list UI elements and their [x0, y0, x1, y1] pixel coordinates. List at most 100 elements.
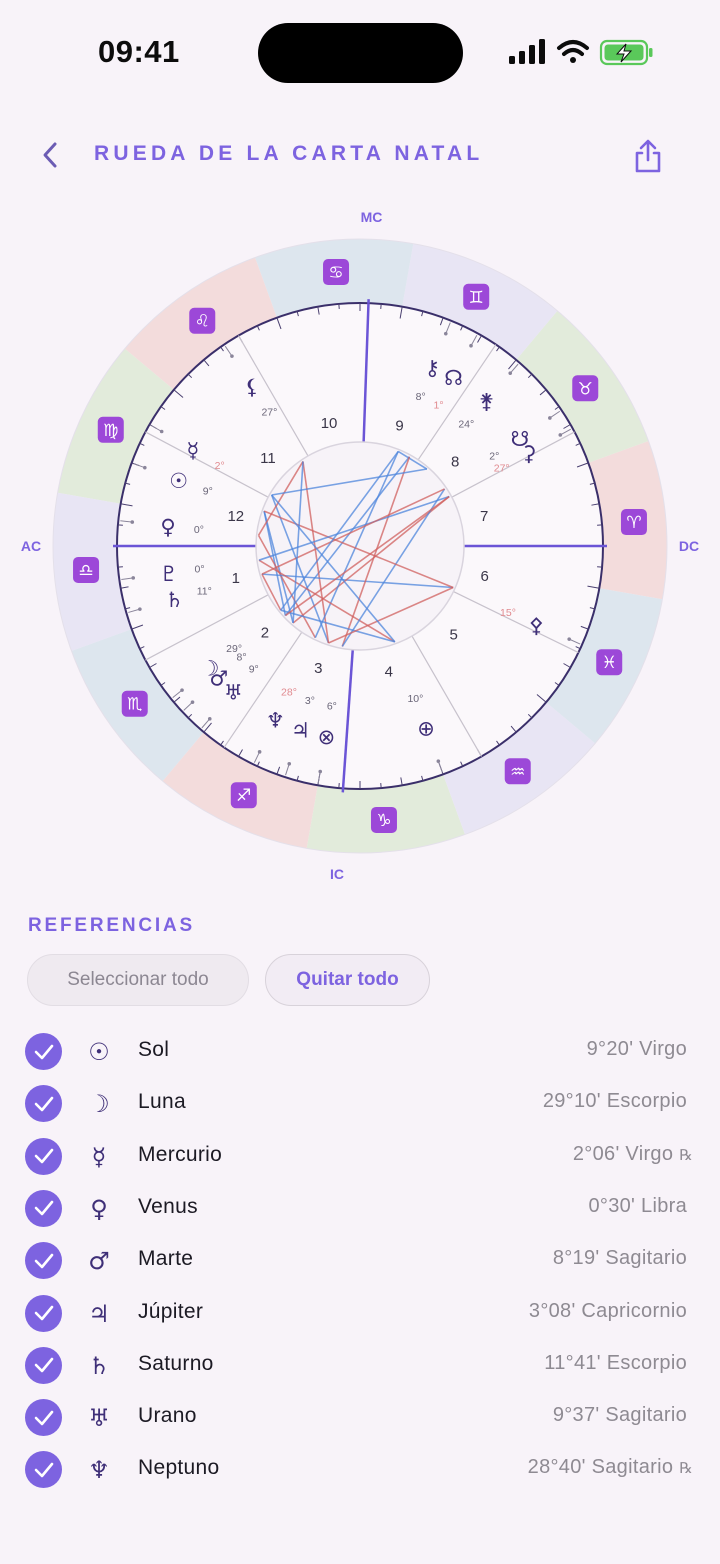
position-text: 11°41' Escorpio [544, 1351, 687, 1374]
position-text: 29°10' Escorpio [542, 1090, 687, 1113]
house-number: 10 [321, 415, 338, 432]
svg-text:15°: 15° [500, 607, 516, 619]
cellular-signal-icon [509, 39, 545, 64]
svg-text:27°: 27° [261, 407, 277, 419]
planet-name: Luna [138, 1090, 186, 1114]
svg-text:♌: ♌ [195, 312, 210, 332]
zodiac-sign-icon: ♍ [97, 416, 124, 443]
legend-row-luna[interactable]: ☽ Luna 29°10' Escorpio [0, 1077, 720, 1129]
svg-text:8°: 8° [416, 391, 426, 403]
planet-position: 9°20' Virgo [587, 1038, 693, 1061]
svg-text:♍: ♍ [103, 421, 118, 441]
checkbox[interactable] [25, 1294, 62, 1332]
zodiac-sign-icon: ♏ [121, 690, 148, 717]
planet-position: 8°19' Sagitario [553, 1247, 693, 1270]
status-icons [509, 38, 654, 68]
back-button[interactable] [34, 138, 66, 172]
svg-text:☋: ☋ [511, 427, 530, 451]
checkmark-icon [34, 1462, 53, 1478]
planet-position: 0°30' Libra [588, 1195, 693, 1218]
planet-position: 11°41' Escorpio [544, 1352, 693, 1375]
svg-text:♓: ♓ [602, 653, 617, 673]
checkbox[interactable] [25, 1137, 62, 1175]
position-text: 28°40' Sagitario [527, 1456, 674, 1479]
svg-text:3°: 3° [305, 695, 315, 707]
svg-text:9°: 9° [249, 663, 259, 675]
svg-text:♏: ♏ [127, 695, 142, 715]
svg-text:♄: ♄ [165, 588, 184, 612]
legend-row-marte[interactable]: ♂ Marte 8°19' Sagitario [0, 1234, 720, 1286]
planet-glyph-icon: ♄ [88, 1351, 110, 1380]
house-number: 5 [449, 626, 457, 643]
svg-text:0°: 0° [195, 564, 205, 576]
status-time: 09:41 [98, 34, 180, 69]
house-number: 6 [481, 568, 489, 585]
svg-text:☿: ☿ [186, 439, 199, 463]
planet-name: Mercurio [138, 1142, 223, 1166]
zodiac-sign-icon: ♒ [504, 758, 531, 785]
zodiac-sign-icon: ♉ [572, 375, 599, 402]
status-bar: 09:41 [0, 0, 720, 100]
position-text: 0°30' Libra [588, 1194, 687, 1217]
checkbox[interactable] [25, 1451, 62, 1489]
checkbox[interactable] [25, 1242, 62, 1280]
svg-text:⚴: ⚴ [529, 614, 544, 638]
svg-text:♆: ♆ [266, 708, 285, 732]
checkbox[interactable] [25, 1399, 62, 1437]
svg-text:♅: ♅ [224, 681, 243, 705]
svg-text:♇: ♇ [159, 562, 178, 586]
page-title: RUEDA DE LA CARTA NATAL [94, 142, 484, 165]
position-text: 8°19' Sagitario [552, 1247, 687, 1270]
house-number: 9 [395, 417, 403, 434]
position-text: 3°08' Capricornio [528, 1299, 687, 1322]
checkbox[interactable] [25, 1033, 62, 1070]
zodiac-sign-icon: ♊ [463, 283, 490, 310]
checkmark-icon [34, 1410, 53, 1425]
retrograde-marker: ℞ [679, 1146, 693, 1164]
legend-row-urano[interactable]: ♅ Urano 9°37' Sagitario [0, 1391, 720, 1443]
retrograde-marker: ℞ [679, 1460, 693, 1478]
checkbox[interactable] [25, 1346, 62, 1384]
svg-text:28°: 28° [281, 687, 297, 699]
checkbox[interactable] [25, 1085, 62, 1123]
svg-text:⊕: ⊕ [417, 716, 435, 740]
svg-text:♋: ♋ [328, 263, 343, 283]
planet-name: Urano [138, 1404, 197, 1428]
zodiac-sign-icon: ♑ [370, 806, 397, 833]
planet-glyph-icon: ♀ [90, 1194, 108, 1223]
legend-row-mercurio[interactable]: ☿ Mercurio 2°06' Virgo ℞ [0, 1130, 720, 1182]
planet-name: Júpiter [138, 1299, 204, 1323]
svg-text:♐: ♐ [236, 786, 251, 806]
svg-text:6°: 6° [327, 701, 337, 713]
dynamic-island [258, 23, 463, 83]
house-number: 11 [260, 450, 276, 467]
planet-name: Venus [138, 1194, 198, 1218]
zodiac-sign-icon: ♈ [620, 509, 647, 536]
svg-text:8°: 8° [236, 651, 246, 663]
legend-row-neptuno[interactable]: ♆ Neptuno 28°40' Sagitario ℞ [0, 1443, 720, 1495]
planet-name: Marte [138, 1247, 194, 1271]
legend-row-venus[interactable]: ♀ Venus 0°30' Libra [0, 1182, 720, 1234]
svg-text:0°: 0° [194, 524, 204, 536]
house-number: 2 [261, 625, 269, 642]
clear-all-button[interactable]: Quitar todo [265, 954, 430, 1006]
legend-row-júpiter[interactable]: ♃ Júpiter 3°08' Capricornio [0, 1287, 720, 1339]
legend-row-saturno[interactable]: ♄ Saturno 11°41' Escorpio [0, 1339, 720, 1391]
house-number: 12 [227, 508, 244, 525]
zodiac-sign-icon: ♓ [596, 649, 623, 676]
house-number: 1 [232, 570, 240, 587]
legend-row-sol[interactable]: ☉ Sol 9°20' Virgo [0, 1025, 720, 1077]
angle-label-ic: IC [330, 866, 344, 882]
select-all-button[interactable]: Seleccionar todo [27, 954, 249, 1006]
svg-text:1°: 1° [434, 399, 444, 411]
checkbox[interactable] [25, 1189, 62, 1227]
checkmark-icon [34, 1201, 53, 1216]
svg-text:☊: ☊ [444, 366, 463, 390]
planet-glyph-icon: ♆ [88, 1456, 110, 1485]
share-button[interactable] [630, 136, 666, 176]
zodiac-sign-icon: ♌ [189, 307, 216, 334]
svg-text:2°: 2° [489, 450, 499, 462]
house-number: 4 [385, 664, 393, 681]
svg-text:♎: ♎ [78, 561, 93, 581]
references-title: REFERENCIAS [28, 915, 195, 936]
